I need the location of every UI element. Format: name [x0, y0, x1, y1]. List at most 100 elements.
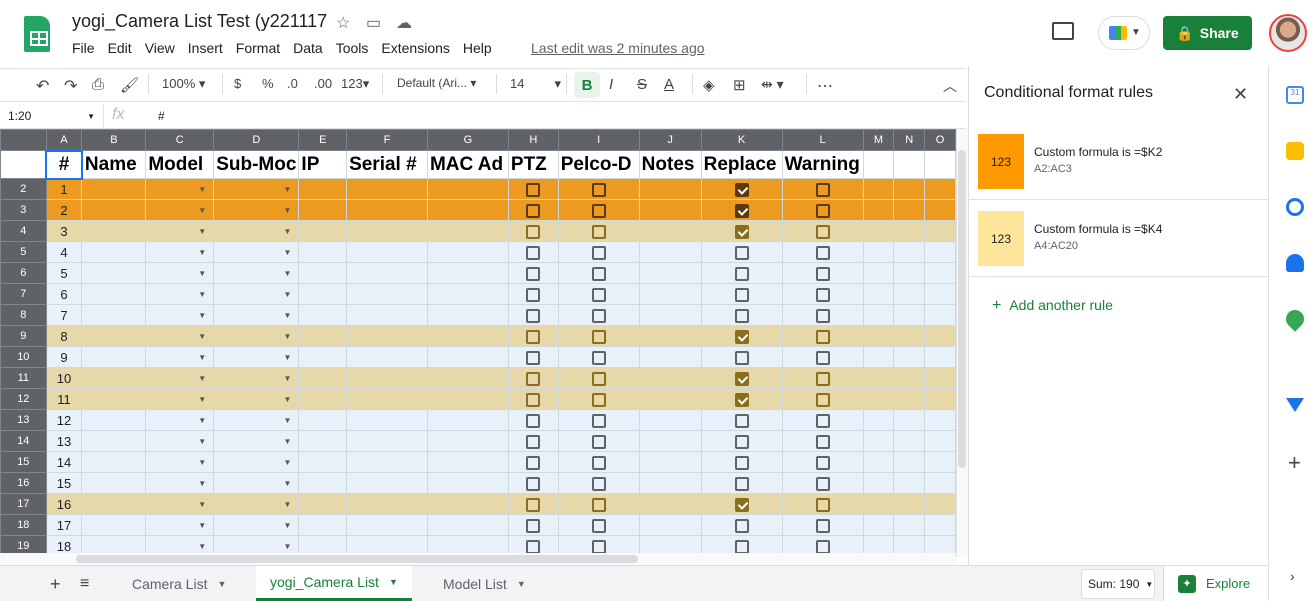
cell[interactable]	[346, 388, 428, 410]
model-dropdown-cell[interactable]: ▼	[145, 367, 215, 389]
cell[interactable]	[298, 199, 348, 221]
add-rule-button[interactable]: + Add another rule	[992, 297, 1113, 315]
replace-checkbox[interactable]	[700, 325, 783, 347]
cell[interactable]	[426, 451, 509, 473]
checkbox-icon[interactable]	[815, 497, 830, 512]
dropdown-arrow-icon[interactable]: ▼	[217, 206, 295, 215]
dropdown-arrow-icon[interactable]: ▼	[149, 269, 210, 278]
model-dropdown-cell[interactable]: ▼	[145, 472, 215, 494]
row-header[interactable]: 13	[0, 409, 47, 431]
cell[interactable]	[426, 304, 509, 326]
model-dropdown-cell[interactable]: ▼	[145, 430, 215, 452]
cell[interactable]	[81, 514, 147, 536]
cell[interactable]	[346, 241, 428, 263]
checkbox-icon[interactable]	[591, 434, 606, 449]
meet-button[interactable]: ▼	[1098, 16, 1150, 50]
pelco-checkbox[interactable]	[557, 493, 640, 515]
menu-data[interactable]: Data	[293, 40, 323, 56]
id-cell[interactable]: 1	[45, 178, 83, 200]
cell[interactable]	[638, 514, 702, 536]
format-rule-1[interactable]: 123 Custom formula is =$K2 A2:AC3	[968, 123, 1268, 200]
share-button[interactable]: 🔒 Share	[1163, 16, 1252, 50]
checkbox-icon[interactable]	[526, 434, 541, 449]
cell[interactable]	[893, 220, 926, 242]
pelco-checkbox[interactable]	[557, 220, 640, 242]
checkbox-icon[interactable]	[526, 287, 541, 302]
name-box[interactable]: 1:20 ▼	[0, 104, 104, 129]
cell[interactable]	[862, 430, 895, 452]
cell[interactable]	[893, 409, 926, 431]
cell[interactable]	[638, 283, 702, 305]
spreadsheet-grid[interactable]: ABCDEFGHIJKLMNO 1 # Name Model Sub-Moc IP Seri…	[0, 129, 956, 557]
checkbox-icon[interactable]	[734, 329, 749, 344]
print-icon[interactable]: ⎙	[92, 76, 104, 93]
cell[interactable]	[862, 262, 895, 284]
checkbox-icon[interactable]	[591, 182, 606, 197]
paint-format-icon[interactable]: 🖌	[120, 76, 139, 94]
checkbox-icon[interactable]	[526, 203, 541, 218]
cell[interactable]	[862, 451, 895, 473]
dropdown-arrow-icon[interactable]: ▼	[217, 185, 295, 194]
add-sheet-icon[interactable]: +	[50, 574, 61, 595]
cell[interactable]	[862, 220, 895, 242]
dropdown-arrow-icon[interactable]: ▼	[149, 290, 210, 299]
checkbox-icon[interactable]	[591, 497, 606, 512]
undo-icon[interactable]: ↶	[36, 76, 49, 96]
cell[interactable]	[893, 430, 926, 452]
cell[interactable]	[426, 325, 509, 347]
ptz-checkbox[interactable]	[507, 409, 559, 431]
column-header-d[interactable]: D	[213, 129, 300, 151]
dropdown-arrow-icon[interactable]: ▼	[149, 332, 210, 341]
ptz-checkbox[interactable]	[507, 493, 559, 515]
submodel-dropdown-cell[interactable]: ▼	[213, 472, 300, 494]
dropdown-arrow-icon[interactable]: ▼	[149, 437, 210, 446]
dropdown-arrow-icon[interactable]: ▼	[217, 269, 295, 278]
cell[interactable]	[346, 199, 428, 221]
sheets-logo[interactable]	[24, 16, 50, 52]
document-title[interactable]: yogi_Camera List Test (y221117	[72, 11, 327, 32]
replace-checkbox[interactable]	[700, 451, 783, 473]
replace-checkbox[interactable]	[700, 409, 783, 431]
row-header[interactable]: 12	[0, 388, 47, 410]
cell[interactable]	[862, 346, 895, 368]
cell[interactable]	[924, 325, 956, 347]
checkbox-icon[interactable]	[526, 245, 541, 260]
cell[interactable]	[81, 430, 147, 452]
warning-checkbox[interactable]	[781, 367, 864, 389]
checkbox-icon[interactable]	[591, 413, 606, 428]
row-header[interactable]: 14	[0, 430, 47, 452]
ptz-checkbox[interactable]	[507, 241, 559, 263]
cell[interactable]	[893, 304, 926, 326]
model-dropdown-cell[interactable]: ▼	[145, 178, 215, 200]
dropdown-arrow-icon[interactable]: ▼	[149, 227, 210, 236]
replace-checkbox[interactable]	[700, 367, 783, 389]
cell[interactable]	[924, 514, 956, 536]
cell[interactable]	[346, 220, 428, 242]
dropdown-arrow-icon[interactable]: ▼	[217, 500, 295, 509]
calendar-icon[interactable]: 31	[1286, 86, 1304, 104]
cell[interactable]	[426, 346, 509, 368]
dropdown-arrow-icon[interactable]: ▼	[217, 227, 295, 236]
pelco-checkbox[interactable]	[557, 283, 640, 305]
cell[interactable]	[862, 325, 895, 347]
cell[interactable]	[81, 304, 147, 326]
model-dropdown-cell[interactable]: ▼	[145, 409, 215, 431]
checkbox-icon[interactable]	[815, 266, 830, 281]
cell[interactable]	[862, 283, 895, 305]
checkbox-icon[interactable]	[591, 392, 606, 407]
id-cell[interactable]: 12	[45, 409, 83, 431]
pelco-checkbox[interactable]	[557, 388, 640, 410]
cell[interactable]	[638, 493, 702, 515]
dropdown-arrow-icon[interactable]: ▼	[149, 311, 210, 320]
id-cell[interactable]: 14	[45, 451, 83, 473]
submodel-dropdown-cell[interactable]: ▼	[213, 367, 300, 389]
checkbox-icon[interactable]	[734, 497, 749, 512]
checkbox-icon[interactable]	[526, 413, 541, 428]
cell[interactable]	[638, 472, 702, 494]
cell[interactable]	[924, 241, 956, 263]
cell[interactable]	[81, 178, 147, 200]
cell[interactable]	[298, 283, 348, 305]
checkbox-icon[interactable]	[734, 266, 749, 281]
cell[interactable]	[924, 493, 956, 515]
show-side-panel-icon[interactable]: ›	[1290, 568, 1295, 584]
